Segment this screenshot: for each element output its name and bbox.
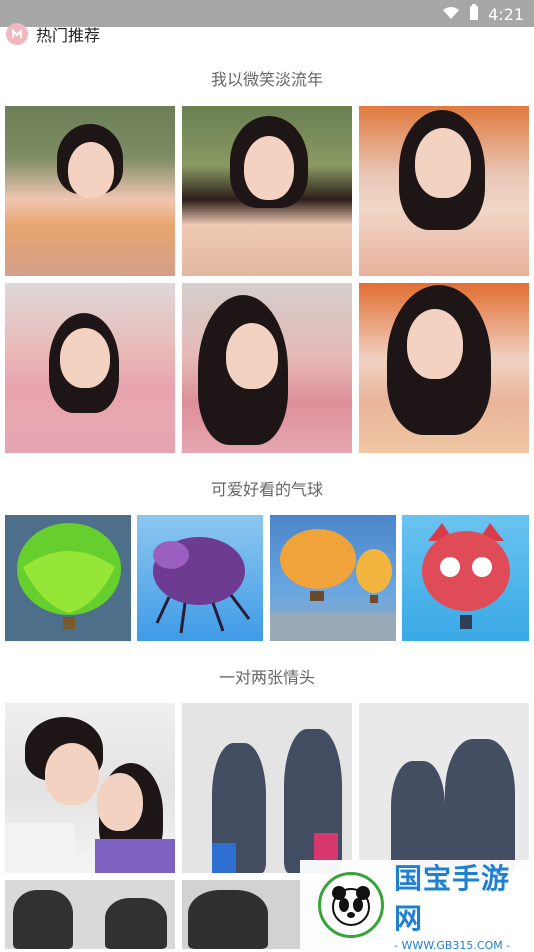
status-time: 4:21 [488, 4, 524, 24]
watermark-cn: 国宝手游网 [394, 862, 511, 935]
image-tile[interactable] [5, 283, 175, 453]
image-tile[interactable] [359, 106, 529, 276]
image-tile[interactable] [182, 703, 352, 873]
panda-icon [318, 871, 384, 938]
balloon-icon [270, 529, 396, 641]
wifi-icon [442, 5, 460, 24]
header: 热门推荐 [0, 22, 534, 46]
image-tile[interactable] [182, 106, 352, 276]
header-title: 热门推荐 [36, 26, 101, 45]
image-tile[interactable] [270, 515, 396, 641]
app-logo-icon [6, 23, 28, 45]
section-title-3: 一对两张情头 [218, 668, 315, 687]
balloon-icon [422, 523, 510, 629]
balloon-icon [153, 537, 251, 634]
section-title-1: 我以微笑淡流年 [210, 70, 323, 89]
watermark: 国宝手游网 - WWW.GB315.COM - [300, 860, 534, 952]
image-tile[interactable] [137, 515, 263, 641]
image-tile[interactable] [5, 703, 175, 873]
image-tile[interactable] [182, 283, 352, 453]
image-tile[interactable] [5, 880, 175, 949]
section-title-2: 可爱好看的气球 [210, 480, 323, 499]
image-tile[interactable] [359, 283, 529, 453]
image-tile[interactable] [5, 515, 131, 641]
image-tile[interactable] [402, 515, 529, 641]
image-tile[interactable] [359, 703, 529, 873]
image-tile[interactable] [5, 106, 175, 276]
balloon-icon [17, 523, 121, 629]
watermark-url: - WWW.GB315.COM - [394, 939, 511, 952]
